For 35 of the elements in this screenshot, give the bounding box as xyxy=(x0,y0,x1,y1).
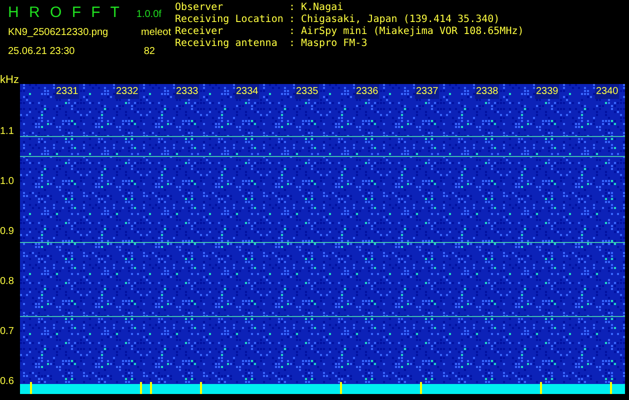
x-axis-label: 2333 xyxy=(175,84,200,99)
x-axis-label: 2334 xyxy=(235,84,260,99)
filename-text: KN9_2506212330.png xyxy=(8,26,108,40)
info-colon: : xyxy=(289,26,296,38)
info-label: Receiver xyxy=(175,26,224,38)
x-axis-label: 2331 xyxy=(55,84,80,99)
y-axis-label: 0.8 xyxy=(0,275,14,289)
version-text: 1.0.0f xyxy=(136,8,162,22)
x-axis-label: 2340 xyxy=(595,84,620,99)
info-value: Chigasaki, Japan (139.414 35.340) xyxy=(301,14,500,26)
x-axis-label: 2338 xyxy=(475,84,500,99)
y-axis-label: 1.0 xyxy=(0,175,14,189)
info-label: Observer xyxy=(175,2,224,14)
y-axis-label: 1.1 xyxy=(0,125,14,139)
info-value: Maspro FM-3 xyxy=(301,38,368,50)
y-axis-label: 0.6 xyxy=(0,375,14,389)
info-colon: : xyxy=(289,38,296,50)
counter-value: 82 xyxy=(144,44,155,58)
x-axis-label: 2336 xyxy=(355,84,380,99)
x-axis-label: 2332 xyxy=(115,84,140,99)
x-axis-label: 2337 xyxy=(415,84,440,99)
info-colon: : xyxy=(289,2,296,14)
info-label: Receiving Location xyxy=(175,14,284,26)
y-axis-label: 0.9 xyxy=(0,225,14,239)
info-colon: : xyxy=(289,14,296,26)
timestamp-text: 25.06.21 23:30 xyxy=(8,44,75,58)
info-label: Receiving antenna xyxy=(175,38,278,50)
info-value: AirSpy mini (Miakejima VOR 108.65MHz) xyxy=(301,26,524,38)
y-axis-label: 0.7 xyxy=(0,325,14,339)
counter-label: meleot xyxy=(140,26,171,40)
info-value: K.Nagai xyxy=(301,2,344,14)
x-axis-label: 2339 xyxy=(535,84,560,99)
x-axis-label: 2335 xyxy=(295,84,320,99)
app-title: H R O F F T xyxy=(8,3,122,23)
axis-unit: kHz xyxy=(0,73,19,88)
